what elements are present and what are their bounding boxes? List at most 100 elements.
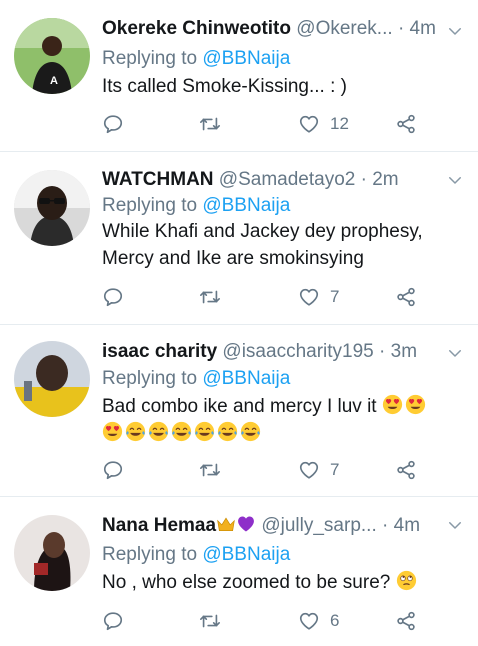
- share-icon: [395, 610, 417, 632]
- like-button[interactable]: 12: [298, 112, 349, 136]
- rolling-eyes-emoji: [396, 570, 417, 591]
- display-name[interactable]: Nana Hemaa: [102, 515, 216, 536]
- reply-icon: [102, 610, 124, 632]
- share-icon: [395, 113, 417, 135]
- like-count: 12: [330, 114, 349, 133]
- mention-link[interactable]: @BBNaija: [202, 544, 290, 565]
- like-count: 6: [330, 611, 340, 630]
- reply-button[interactable]: [102, 285, 124, 309]
- avatar[interactable]: [14, 170, 90, 246]
- svg-text:A: A: [50, 75, 58, 87]
- retweet-button[interactable]: [199, 285, 221, 309]
- display-name[interactable]: WATCHMAN: [102, 169, 214, 190]
- share-button[interactable]: [395, 458, 417, 482]
- share-icon: [395, 459, 417, 481]
- retweet-button[interactable]: [199, 609, 221, 633]
- display-name[interactable]: Okereke Chinweotito: [102, 18, 291, 39]
- reply-button[interactable]: [102, 609, 124, 633]
- retweet-button[interactable]: [199, 112, 221, 136]
- tweet-actions: 12: [102, 112, 432, 136]
- display-name[interactable]: isaac charity: [102, 341, 217, 362]
- tweet-text: Bad combo ike and mercy I luv it: [102, 393, 456, 447]
- share-button[interactable]: [395, 285, 417, 309]
- crown-emoji: [216, 514, 236, 534]
- tears-of-joy-emoji: [125, 421, 146, 442]
- tweet-card[interactable]: A Okereke Chinweotito @Okerek... · 4m Re…: [0, 0, 478, 152]
- tweet-text: No , who else zoomed to be sure?: [102, 569, 456, 596]
- heart-eyes-emoji: [382, 394, 403, 415]
- mention-link[interactable]: @BBNaija: [202, 368, 290, 389]
- mention-link[interactable]: @BBNaija: [202, 195, 290, 216]
- tears-of-joy-emoji: [171, 421, 192, 442]
- like-button[interactable]: 7: [298, 285, 339, 309]
- heart-eyes-emoji: [405, 394, 426, 415]
- tweet-header: WATCHMAN @Samadetayo2 · 2m: [102, 168, 438, 192]
- replying-to: Replying to @BBNaija: [102, 194, 290, 218]
- tears-of-joy-emoji: [148, 421, 169, 442]
- tears-of-joy-emoji: [217, 421, 238, 442]
- chevron-down-icon[interactable]: [446, 22, 464, 40]
- user-handle[interactable]: @isaaccharity195: [222, 341, 373, 362]
- like-count: 7: [330, 460, 340, 479]
- tears-of-joy-emoji: [240, 421, 261, 442]
- separator-dot: ·: [382, 515, 389, 536]
- timestamp[interactable]: 4m: [410, 18, 436, 39]
- tweet-header: Nana Hemaa @jully_sarp... · 4m: [102, 514, 438, 538]
- share-icon: [395, 286, 417, 308]
- retweet-button[interactable]: [199, 458, 221, 482]
- avatar[interactable]: [14, 341, 90, 417]
- tweet-text-content: No , who else zoomed to be sure?: [102, 572, 391, 593]
- separator-dot: ·: [360, 169, 367, 190]
- like-icon: [298, 286, 320, 308]
- tweet-card[interactable]: isaac charity @isaaccharity195 · 3m Repl…: [0, 325, 478, 497]
- reply-button[interactable]: [102, 112, 124, 136]
- tweet-actions: 7: [102, 458, 432, 482]
- chevron-down-icon[interactable]: [446, 516, 464, 534]
- heart-eyes-emoji: [102, 421, 123, 442]
- like-icon: [298, 113, 320, 135]
- tears-of-joy-emoji: [194, 421, 215, 442]
- chevron-down-icon[interactable]: [446, 344, 464, 362]
- share-button[interactable]: [395, 112, 417, 136]
- like-button[interactable]: 7: [298, 458, 339, 482]
- reply-button[interactable]: [102, 458, 124, 482]
- retweet-icon: [199, 113, 221, 135]
- separator-dot: ·: [397, 18, 405, 39]
- replying-to-label: Replying to: [102, 195, 198, 216]
- like-icon: [298, 610, 320, 632]
- chevron-down-icon[interactable]: [446, 171, 464, 189]
- timestamp[interactable]: 4m: [394, 515, 420, 536]
- replying-to-label: Replying to: [102, 544, 198, 565]
- reply-feed: A Okereke Chinweotito @Okerek... · 4m Re…: [0, 0, 478, 646]
- tweet-actions: 7: [102, 285, 432, 309]
- tweet-header: isaac charity @isaaccharity195 · 3m: [102, 340, 438, 364]
- user-handle[interactable]: @jully_sarp...: [261, 515, 376, 536]
- retweet-icon: [199, 610, 221, 632]
- user-handle[interactable]: @Samadetayo2: [219, 169, 356, 190]
- like-button[interactable]: 6: [298, 609, 339, 633]
- separator-dot: ·: [379, 341, 386, 362]
- reply-icon: [102, 113, 124, 135]
- replying-to: Replying to @BBNaija: [102, 47, 290, 71]
- share-button[interactable]: [395, 609, 417, 633]
- like-icon: [298, 459, 320, 481]
- tweet-card[interactable]: Nana Hemaa @jully_sarp... · 4m Replying …: [0, 497, 478, 646]
- avatar[interactable]: [14, 515, 90, 591]
- reply-icon: [102, 286, 124, 308]
- user-handle[interactable]: @Okerek...: [296, 18, 392, 39]
- timestamp[interactable]: 3m: [391, 341, 417, 362]
- tweet-actions: 6: [102, 609, 432, 633]
- tweet-card[interactable]: WATCHMAN @Samadetayo2 · 2m Replying to @…: [0, 152, 478, 325]
- like-count: 7: [330, 287, 340, 306]
- mention-link[interactable]: @BBNaija: [202, 48, 290, 69]
- reply-icon: [102, 459, 124, 481]
- tweet-header: Okereke Chinweotito @Okerek... · 4m: [102, 17, 438, 41]
- timestamp[interactable]: 2m: [372, 169, 398, 190]
- avatar[interactable]: A: [14, 18, 90, 94]
- replying-to: Replying to @BBNaija: [102, 543, 290, 567]
- retweet-icon: [199, 459, 221, 481]
- tweet-text: Its called Smoke-Kissing... : ): [102, 73, 456, 100]
- tweet-text-content: Its called Smoke-Kissing... : ): [102, 76, 347, 97]
- replying-to-label: Replying to: [102, 48, 198, 69]
- replying-to-label: Replying to: [102, 368, 198, 389]
